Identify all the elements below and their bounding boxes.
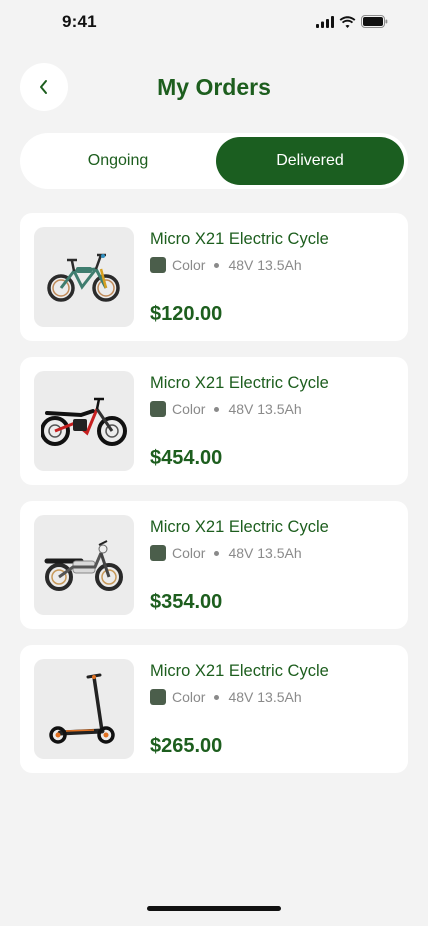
product-name: Micro X21 Electric Cycle <box>150 518 329 536</box>
product-image-electric-scooter <box>34 659 134 759</box>
tab-delivered[interactable]: Delivered <box>216 137 404 185</box>
color-label: Color <box>172 401 206 417</box>
signal-icon <box>316 15 334 28</box>
electric-scooter-icon <box>49 673 115 744</box>
color-label: Color <box>172 689 206 705</box>
separator-dot <box>214 550 220 556</box>
product-name: Micro X21 Electric Cycle <box>150 662 329 680</box>
header: My Orders <box>0 63 428 111</box>
product-meta: Color 48V 13.5Ah <box>150 257 302 273</box>
status-icons <box>316 15 388 28</box>
product-spec: 48V 13.5Ah <box>228 545 302 561</box>
product-meta: Color 48V 13.5Ah <box>150 401 302 417</box>
order-price: $265.00 <box>150 735 223 757</box>
status-bar: 9:41 <box>0 0 428 48</box>
product-name: Micro X21 Electric Cycle <box>150 374 329 392</box>
product-spec: 48V 13.5Ah <box>228 689 302 705</box>
status-time: 9:41 <box>62 12 97 31</box>
order-card[interactable]: Micro X21 Electric Cycle Color 48V 13.5A… <box>20 213 408 341</box>
dirt-ebike-icon <box>41 397 127 446</box>
page-title: My Orders <box>157 74 271 100</box>
battery-icon <box>361 15 388 28</box>
product-image-folding-ebike <box>34 227 134 327</box>
order-card[interactable]: Micro X21 Electric Cycle Color 48V 13.5A… <box>20 357 408 485</box>
separator-dot <box>214 262 220 268</box>
color-swatch <box>150 689 166 705</box>
folding-ebike-icon <box>47 253 120 302</box>
product-image-scrambler-ebike <box>34 515 134 615</box>
color-swatch <box>150 401 166 417</box>
color-swatch <box>150 545 166 561</box>
separator-dot <box>214 694 220 700</box>
color-label: Color <box>172 257 206 273</box>
tab-ongoing[interactable]: Ongoing <box>24 137 212 185</box>
product-meta: Color 48V 13.5Ah <box>150 545 302 561</box>
product-spec: 48V 13.5Ah <box>228 401 302 417</box>
orders-list: Micro X21 Electric Cycle Color 48V 13.5A… <box>20 213 408 789</box>
product-image-dirt-ebike <box>34 371 134 471</box>
separator-dot <box>214 406 220 412</box>
product-meta: Color 48V 13.5Ah <box>150 689 302 705</box>
order-price: $120.00 <box>150 303 223 325</box>
order-card[interactable]: Micro X21 Electric Cycle Color 48V 13.5A… <box>20 645 408 773</box>
color-swatch <box>150 257 166 273</box>
order-price: $354.00 <box>150 591 223 613</box>
home-indicator <box>147 906 281 911</box>
scrambler-ebike-icon <box>44 540 123 591</box>
product-name: Micro X21 Electric Cycle <box>150 230 329 248</box>
order-card[interactable]: Micro X21 Electric Cycle Color 48V 13.5A… <box>20 501 408 629</box>
wifi-icon <box>339 15 356 28</box>
product-spec: 48V 13.5Ah <box>228 257 302 273</box>
order-price: $454.00 <box>150 447 223 469</box>
color-label: Color <box>172 545 206 561</box>
order-tabs: Ongoing Delivered <box>20 133 408 189</box>
